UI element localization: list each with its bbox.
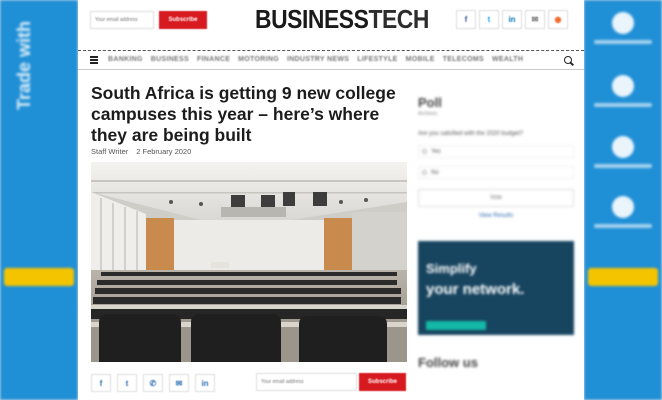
nav-item-banking[interactable]: Banking [108, 56, 143, 63]
share-twitter-icon[interactable]: t [117, 374, 137, 392]
header-email-input[interactable] [90, 11, 154, 29]
ad-caption [594, 103, 652, 107]
banner-line-1: Simplify [426, 261, 477, 276]
left-ad-button[interactable] [4, 268, 74, 286]
page-column: Subscribe BUSINESSTECH ftin✉◉ BankingBus… [78, 0, 584, 400]
menu-icon[interactable] [90, 56, 98, 64]
header-subscribe-button[interactable]: Subscribe [159, 11, 207, 29]
article-date: 2 February 2020 [136, 147, 192, 156]
site-header: Subscribe BUSINESSTECH ftin✉◉ [78, 0, 584, 44]
sidebar-banner-ad[interactable]: Simplify your network. [418, 241, 574, 335]
poll-option-no[interactable]: No [418, 166, 574, 179]
article-headline: South Africa is getting 9 new college ca… [91, 83, 396, 145]
article-author[interactable]: Staff Writer [91, 147, 128, 156]
ad-caption [594, 164, 652, 168]
poll-option-yes[interactable]: Yes [418, 145, 574, 158]
nav-item-industry-news[interactable]: Industry News [287, 56, 349, 63]
share-linkedin-icon[interactable]: in [195, 374, 215, 392]
lecture-hall-photo [91, 162, 407, 362]
article-byline: Staff Writer 2 February 2020 [91, 147, 191, 156]
facebook-icon[interactable]: f [456, 10, 476, 29]
rss-icon[interactable]: ◉ [548, 10, 568, 29]
nav-items: Banking Business Finance Motoring Industry N… [108, 56, 523, 63]
banner-cta-button[interactable] [426, 321, 486, 330]
logo-tech-text: TECH [368, 4, 429, 34]
ad-caption [594, 224, 652, 228]
article-subscribe-button[interactable]: Subscribe [359, 373, 406, 391]
nav-item-finance[interactable]: Finance [197, 56, 230, 63]
poll-archives-link[interactable]: Archives [418, 111, 574, 117]
radio-icon[interactable] [422, 170, 427, 175]
article-hero-image [91, 162, 407, 362]
left-ad-text: Trade with [14, 20, 34, 110]
nav-item-business[interactable]: Business [151, 56, 189, 63]
share-email-icon[interactable]: ✉ [169, 374, 189, 392]
radio-icon[interactable] [422, 149, 427, 154]
twitter-icon[interactable]: t [479, 10, 499, 29]
view-results-link[interactable]: View Results [418, 213, 574, 219]
email-icon[interactable]: ✉ [525, 10, 545, 29]
ad-icon [612, 75, 634, 97]
nav-item-telecoms[interactable]: Telecoms [443, 56, 484, 63]
right-side-ad[interactable] [584, 0, 662, 400]
nav-item-mobile[interactable]: Mobile [406, 56, 435, 63]
main-nav: Banking Business Finance Motoring Industry N… [78, 50, 584, 70]
linkedin-icon[interactable]: in [502, 10, 522, 29]
article-email-input[interactable] [256, 373, 357, 391]
ad-icon [612, 136, 634, 158]
nav-item-lifestyle[interactable]: Lifestyle [357, 56, 397, 63]
poll-question: Are you satisfied with the 2020 budget? [418, 131, 524, 137]
ad-icon [612, 12, 634, 34]
sidebar: Poll Archives Are you satisfied with the… [418, 95, 574, 370]
poll-option-label: No [431, 169, 439, 176]
site-logo[interactable]: BUSINESSTECH [255, 4, 429, 35]
poll-option-label: Yes [431, 148, 441, 155]
vote-button[interactable]: Vote [418, 189, 574, 207]
ad-icon [612, 196, 634, 218]
share-buttons: f t ✆ ✉ in [91, 374, 215, 392]
search-icon[interactable] [564, 56, 572, 64]
banner-line-2: your network. [426, 281, 525, 298]
right-ad-button[interactable] [588, 268, 658, 286]
logo-business-text: BUSINESS [255, 4, 369, 34]
nav-item-motoring[interactable]: Motoring [238, 56, 279, 63]
share-whatsapp-icon[interactable]: ✆ [143, 374, 163, 392]
nav-item-wealth[interactable]: Wealth [492, 56, 523, 63]
header-social-icons: f t in ✉ ◉ [456, 10, 568, 29]
ad-caption [594, 40, 652, 44]
follow-us-heading: Follow us [418, 355, 478, 370]
left-side-ad[interactable]: Trade with [0, 0, 78, 400]
share-facebook-icon[interactable]: f [91, 374, 111, 392]
poll-title: Poll [418, 95, 442, 110]
